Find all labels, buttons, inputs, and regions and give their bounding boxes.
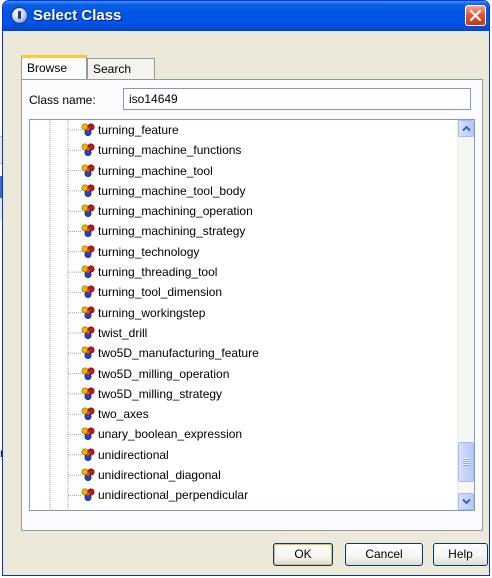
class-tree[interactable]: turning_feature turning_machine_functions… <box>29 119 475 511</box>
tree-item-label: two5D_milling_strategy <box>98 386 223 401</box>
class-node-icon <box>81 306 95 319</box>
tree-item-label: unidirectional_diagonal <box>98 468 221 483</box>
tree-item[interactable]: turning_machine_tool <box>30 161 450 181</box>
close-button[interactable] <box>465 5 486 26</box>
tree-item[interactable]: turning_machining_operation <box>30 201 450 221</box>
tree-item[interactable]: unidirectional <box>30 445 450 465</box>
tree-item-label: turning_machine_tool_body <box>98 183 246 198</box>
browse-panel: Class name: iso14649 turning_feature turn… <box>21 79 483 531</box>
tree-item[interactable]: two5D_manufacturing_feature <box>30 343 450 363</box>
tree-item[interactable]: two5D_milling_strategy <box>30 384 450 404</box>
tree-item-label: turning_machining_strategy <box>98 224 246 239</box>
tree-item-label: two5D_milling_operation <box>98 366 230 381</box>
help-button[interactable]: Help <box>433 543 488 566</box>
title-bar[interactable]: Select Class <box>3 1 489 31</box>
class-node-icon <box>81 407 95 421</box>
class-node-icon <box>81 387 95 400</box>
class-node-icon <box>81 326 95 339</box>
scroll-thumb[interactable] <box>458 442 474 482</box>
tree-item[interactable]: turning_machine_tool_body <box>30 181 450 201</box>
scroll-down-button[interactable] <box>458 493 474 510</box>
app-icon <box>11 7 28 24</box>
tree-item[interactable]: twist_drill <box>30 323 450 343</box>
cancel-button[interactable]: Cancel <box>345 543 423 566</box>
tree-item-label: turning_workingstep <box>98 305 206 320</box>
class-node-icon <box>81 164 95 177</box>
tree-item-label: turning_machine_functions <box>98 143 242 158</box>
tree-list: turning_feature turning_machine_functions… <box>30 120 450 506</box>
tree-item-label: two_axes <box>98 407 149 422</box>
tree-item[interactable]: turning_machining_strategy <box>30 221 450 241</box>
chevron-down-icon <box>462 498 471 505</box>
tree-item-label: turning_technology <box>98 244 200 259</box>
tree-item[interactable]: turning_threading_tool <box>30 262 450 282</box>
scroll-thumb-grip <box>463 458 470 466</box>
tree-item[interactable]: turning_feature <box>30 120 450 140</box>
tree-item-label: unary_boolean_expression <box>98 427 243 442</box>
class-node-icon <box>81 488 95 502</box>
class-node-icon <box>81 427 95 441</box>
tree-item-label: turning_machine_tool <box>98 163 213 178</box>
tree-item[interactable]: turning_technology <box>30 242 450 262</box>
tree-item[interactable]: two_axes <box>30 404 450 424</box>
tree-item-label: unidirectional <box>98 447 169 462</box>
class-node-icon <box>81 448 95 461</box>
class-node-icon <box>81 204 95 218</box>
class-node-icon <box>81 184 95 197</box>
tree-item-label: turning_machining_operation <box>98 204 253 219</box>
class-node-icon <box>81 346 95 360</box>
tree-item[interactable]: unidirectional_diagonal <box>30 465 450 485</box>
tab-browse[interactable]: Browse <box>21 55 87 79</box>
class-name-label: Class name: <box>29 93 96 107</box>
class-node-icon <box>81 285 95 299</box>
tree-item[interactable]: unary_boolean_expression <box>30 424 450 444</box>
class-node-icon <box>81 224 95 238</box>
class-name-input[interactable]: iso14649 <box>123 88 471 110</box>
scroll-up-button[interactable] <box>458 120 474 137</box>
class-node-icon <box>81 265 95 279</box>
class-node-icon <box>81 245 95 258</box>
chevron-up-icon <box>462 125 471 132</box>
tree-item-label: turning_feature <box>98 123 179 137</box>
dialog-title: Select Class <box>33 7 122 24</box>
tree-item-label: turning_tool_dimension <box>98 285 223 300</box>
class-node-icon <box>81 143 95 157</box>
vertical-scrollbar[interactable] <box>457 120 474 510</box>
ok-button[interactable]: OK <box>273 543 333 566</box>
tree-item[interactable]: turning_tool_dimension <box>30 282 450 302</box>
class-node-icon <box>81 367 95 380</box>
tree-item[interactable]: turning_workingstep <box>30 303 450 323</box>
class-node-icon <box>81 123 95 137</box>
tree-item-label: twist_drill <box>98 325 148 340</box>
tree-item[interactable]: two5D_milling_operation <box>30 364 450 384</box>
tree-item[interactable]: turning_machine_functions <box>30 140 450 160</box>
close-icon <box>469 9 482 22</box>
tree-item[interactable]: unidirectional_perpendicular <box>30 485 450 505</box>
select-class-dialog: Select Class Browse Search Class name: i… <box>2 0 490 576</box>
dialog-body: Browse Search Class name: iso14649 turni… <box>13 35 488 566</box>
tree-item-label: unidirectional_perpendicular <box>98 488 249 503</box>
tree-item-label: turning_threading_tool <box>98 265 218 280</box>
tab-search[interactable]: Search <box>87 58 155 79</box>
class-node-icon <box>81 468 95 482</box>
tree-item-label: two5D_manufacturing_feature <box>98 346 259 361</box>
